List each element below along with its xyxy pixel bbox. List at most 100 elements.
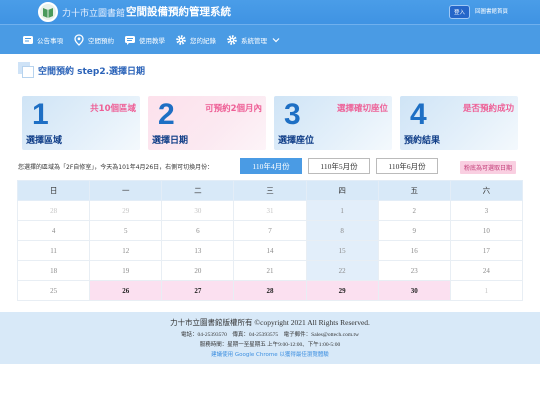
weekday-header: 日 <box>16 180 91 201</box>
nav-item-label: 您的紀錄 <box>190 36 216 45</box>
step-title: 空間預約 step2.選擇日期 <box>18 62 145 78</box>
gear-icon <box>226 34 238 46</box>
footer-copyright: 力十市立圖書館版權所有 ©copyright 2021 All Rights R… <box>170 318 370 327</box>
nav-item-label: 系統管理 <box>241 36 267 45</box>
step-caption: 選擇座位 <box>278 136 315 146</box>
step-caption: 預約結果 <box>404 136 441 146</box>
step-tag: 共10個區域 <box>90 104 136 114</box>
chat-icon <box>124 34 136 46</box>
calendar-day: 4 <box>16 220 91 241</box>
footer-contact: 電話：04-25393570 傳真：04-25393575 電子郵件：Sales… <box>181 332 359 338</box>
step-card-4[interactable]: 4 是否預約成功 預約結果 <box>400 96 518 150</box>
page: 力十市立圖書館 空間設備預約管理系統 登入 回圖書館首頁 公告事項 空間預約 使… <box>0 0 540 405</box>
nav-item-system-admin[interactable]: 系統管理 <box>226 34 282 46</box>
weekday-header: 三 <box>233 180 307 201</box>
nav-item-label: 公告事項 <box>37 36 63 45</box>
nav-item-announcements[interactable]: 公告事項 <box>22 34 63 46</box>
weekday-header: 一 <box>89 180 163 201</box>
location-pin-icon <box>73 33 85 46</box>
footer: 力十市立圖書館版權所有 ©copyright 2021 All Rights R… <box>0 312 540 364</box>
step-card-1[interactable]: 1 共10個區域 選擇區域 <box>22 96 140 150</box>
chevron-down-icon <box>270 34 282 46</box>
calendar-day: 25 <box>16 280 91 301</box>
weekday-header: 二 <box>161 180 235 201</box>
calendar-day: 1 <box>449 280 524 301</box>
calendar-day-available[interactable]: 26 <box>89 280 163 301</box>
step-number: 4 <box>410 98 427 131</box>
calendar-day: 2 <box>377 200 451 221</box>
calendar-day: 16 <box>377 240 451 261</box>
calendar-day: 14 <box>233 240 307 261</box>
calendar-day-available[interactable]: 27 <box>161 280 235 301</box>
calendar-day: 10 <box>449 220 524 241</box>
step-card-2[interactable]: 2 可預約2個月內 選擇日期 <box>148 96 266 150</box>
calendar-day: 18 <box>16 260 91 281</box>
calendar-day: 29 <box>89 200 163 221</box>
top-bar: 力十市立圖書館 空間設備預約管理系統 登入 回圖書館首頁 <box>0 0 540 24</box>
library-logo[interactable] <box>38 2 58 22</box>
step-cards: 1 共10個區域 選擇區域 2 可預約2個月內 選擇日期 3 選擇確切座位 選擇… <box>22 96 518 150</box>
calendar-day: 17 <box>449 240 524 261</box>
nav-item-label: 空間預約 <box>88 36 114 45</box>
step-caption: 選擇日期 <box>152 136 189 146</box>
calendar-week-row: 4 5 6 7 8 9 10 <box>16 220 524 241</box>
step-number: 3 <box>284 98 301 131</box>
calendar-day: 6 <box>161 220 235 241</box>
login-button[interactable]: 登入 <box>448 5 470 19</box>
step-caption: 選擇區域 <box>26 136 63 146</box>
step-tag: 是否預約成功 <box>462 104 514 114</box>
step-tag: 選擇確切座位 <box>336 104 388 114</box>
step-card-3[interactable]: 3 選擇確切座位 選擇座位 <box>274 96 392 150</box>
system-name: 空間設備預約管理系統 <box>126 6 231 18</box>
nav-item-space-booking[interactable]: 空間預約 <box>73 33 114 46</box>
nav-item-records[interactable]: 您的紀錄 <box>175 34 216 46</box>
calendar: 日 一 二 三 四 五 六 28 29 30 31 1 2 3 4 5 6 7 … <box>16 180 524 301</box>
calendar-week-row: 25 26 27 28 29 30 1 <box>16 280 524 301</box>
calendar-day: 13 <box>161 240 235 261</box>
calendar-day: 20 <box>161 260 235 281</box>
calendar-week-row: 18 19 20 21 22 23 24 <box>16 260 524 281</box>
weekday-header: 六 <box>449 180 524 201</box>
calendar-day: 12 <box>89 240 163 261</box>
calendar-header-row: 日 一 二 三 四 五 六 <box>16 180 524 201</box>
footer-browser-note: 建議使用 Google Chrome 以獲得最佳瀏覽體驗 <box>211 352 329 358</box>
page-title: 空間預約 step2.選擇日期 <box>38 66 146 77</box>
step-title-decoration <box>18 62 34 78</box>
calendar-day: 15 <box>305 240 379 261</box>
month-button-april[interactable]: 110年4月份 <box>240 158 302 174</box>
calendar-day: 28 <box>16 200 91 221</box>
calendar-day: 1 <box>305 200 379 221</box>
calendar-day: 23 <box>377 260 451 281</box>
step-tag: 可預約2個月內 <box>205 104 262 114</box>
available-date-legend: 粉底為可選取日期 <box>460 161 517 174</box>
month-button-may[interactable]: 110年5月份 <box>308 158 370 174</box>
nav-item-tutorial[interactable]: 使用教學 <box>124 34 165 46</box>
calendar-day: 5 <box>89 220 163 241</box>
month-switcher: 110年4月份 110年5月份 110年6月份 <box>240 158 438 174</box>
main-nav: 公告事項 空間預約 使用教學 您的紀錄 系統管理 <box>0 24 540 54</box>
book-icon <box>43 8 53 18</box>
step-number: 2 <box>158 98 175 131</box>
weekday-header: 四 <box>305 180 379 201</box>
calendar-day: 7 <box>233 220 307 241</box>
calendar-week-row: 28 29 30 31 1 2 3 <box>16 200 524 221</box>
month-button-june[interactable]: 110年6月份 <box>376 158 438 174</box>
calendar-day-available[interactable]: 30 <box>377 280 451 301</box>
gear-icon <box>175 34 187 46</box>
calendar-day-available[interactable]: 29 <box>305 280 379 301</box>
calendar-day: 9 <box>377 220 451 241</box>
step-number: 1 <box>32 98 49 131</box>
calendar-day-available[interactable]: 28 <box>233 280 307 301</box>
calendar-day: 21 <box>233 260 307 281</box>
selection-info: 您選擇的區域為「2F自修室」，今天為101年4月26日，右側可切換月份： <box>18 164 214 171</box>
nav-item-label: 使用教學 <box>139 36 165 45</box>
site-name: 力十市立圖書館 <box>62 8 126 18</box>
calendar-day: 31 <box>233 200 307 221</box>
calendar-day: 19 <box>89 260 163 281</box>
back-to-library-link[interactable]: 回圖書館首頁 <box>475 7 508 15</box>
calendar-day: 11 <box>16 240 91 261</box>
calendar-day: 8 <box>305 220 379 241</box>
calendar-day: 24 <box>449 260 524 281</box>
calendar-day: 30 <box>161 200 235 221</box>
footer-service-hours: 服務時間：星期一至星期五 上午9:00-12:00、下午1:00-5:00 <box>199 342 341 348</box>
